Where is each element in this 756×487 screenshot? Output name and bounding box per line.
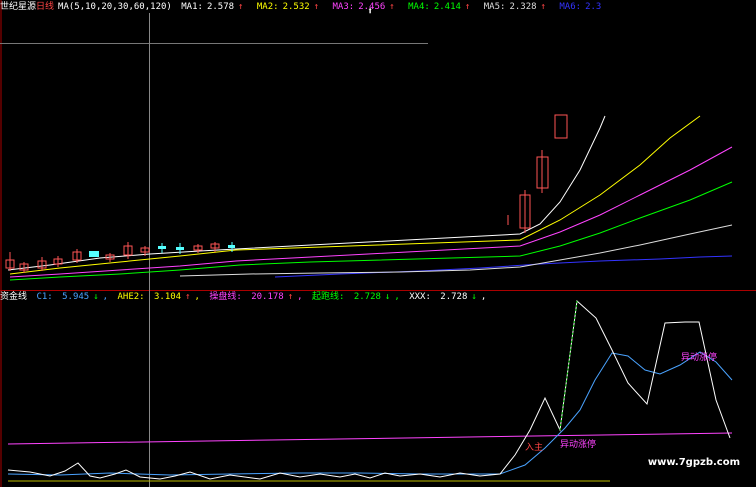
ma5-line [179,224,733,277]
ma2-line [9,115,701,275]
stock-name: 世纪星源 [0,2,37,12]
indicator-name[interactable]: 资金线 [0,292,27,302]
ma-params: MA(5,10,20,30,60,120) [58,2,172,12]
ma1-reading: MA1: 2.578 ↑ [181,2,244,12]
xxx-reading: XXX: 2.728 ↓, [409,292,487,302]
move-signal-label-upper: 异动涨停 [681,353,718,363]
caopan-reading: 操盘线: 20.178 ↑, [209,292,303,302]
ma5-reading: MA5: 2.328 ↑ [483,2,546,12]
magenta-baseline [7,432,733,445]
ahe2-reading: AHE2: 3.104 ↑, [117,292,200,302]
indicator-header: 资金线 C1: 5.945 ↓, AHE2: 3.104 ↑, 操盘线: 20.17… [0,291,490,303]
cursor-arrow-icon: ⬆ [367,6,374,17]
kline-chart[interactable] [0,0,756,487]
move-signal-label-lower: 异动涨停 [560,440,597,450]
ma3-line [9,146,733,278]
qipao-reading: 起跑线: 2.728 ↓, [311,292,400,302]
entry-signal-label: 入主 [525,443,544,453]
ma6-reading: MA6: 2.3 [559,2,602,12]
ma4-reading: MA4: 2.414 ↑ [408,2,471,12]
watermark: www.7gpzb.com [647,457,740,468]
c1-line [7,351,733,476]
period-label[interactable]: 日线 [36,2,54,12]
c1-reading: C1: 5.945 ↓, [36,292,109,302]
ma6-line [274,255,733,278]
ma3-reading: MA3: 2.456 ↑ [332,2,395,12]
ma2-reading: MA2: 2.532 ↑ [256,2,320,12]
candlesticks [5,114,568,273]
ma1-line [7,115,606,271]
xxx-line [7,299,731,480]
ma4-line [9,181,733,281]
price-header: 世纪星源日线 MA(5,10,20,30,60,120) MA1: 2.578 ↑ M… [0,1,609,13]
